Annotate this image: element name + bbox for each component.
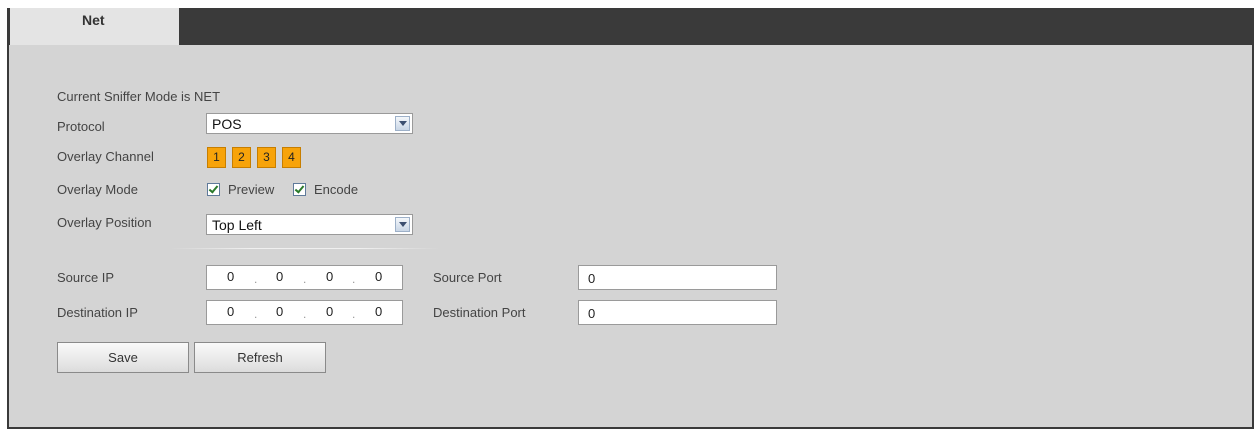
destination-ip-octet-3: 0 [326, 304, 334, 319]
channel-4-button[interactable]: 4 [282, 147, 301, 168]
preview-checkbox[interactable] [207, 183, 220, 196]
tab-net[interactable]: Net [10, 8, 179, 45]
save-button[interactable]: Save [57, 342, 189, 373]
ip-separator: . [303, 307, 307, 321]
source-port-label: Source Port [433, 270, 502, 285]
section-divider [170, 248, 440, 249]
source-ip-octet-1: 0 [227, 269, 235, 284]
destination-ip-octet-2: 0 [276, 304, 284, 319]
destination-ip-octet-4: 0 [375, 304, 383, 319]
ip-separator: . [254, 272, 258, 286]
overlay-mode-label: Overlay Mode [57, 182, 138, 197]
overlay-channel-label: Overlay Channel [57, 149, 154, 164]
ip-separator: . [303, 272, 307, 286]
overlay-position-value: Top Left [212, 217, 262, 233]
protocol-select[interactable]: POS [206, 113, 413, 134]
refresh-button[interactable]: Refresh [194, 342, 326, 373]
encode-label: Encode [314, 182, 359, 197]
destination-port-input[interactable]: 0 [578, 300, 777, 325]
destination-port-value: 0 [588, 306, 596, 321]
destination-port-label: Destination Port [433, 305, 526, 320]
destination-ip-octet-1: 0 [227, 304, 235, 319]
chevron-down-icon[interactable] [395, 217, 410, 232]
destination-ip-label: Destination IP [57, 305, 138, 320]
overlay-position-select[interactable]: Top Left [206, 214, 413, 235]
ip-separator: . [352, 272, 356, 286]
ip-separator: . [254, 307, 258, 321]
chevron-down-icon[interactable] [395, 116, 410, 131]
protocol-value: POS [212, 116, 242, 132]
protocol-label: Protocol [57, 119, 105, 134]
sniffer-mode-status: Current Sniffer Mode is NET [57, 89, 221, 104]
destination-ip-input[interactable]: 0 . 0 . 0 . 0 [206, 300, 403, 325]
source-ip-input[interactable]: 0 . 0 . 0 . 0 [206, 265, 403, 290]
source-ip-label: Source IP [57, 270, 115, 285]
channel-1-button[interactable]: 1 [207, 147, 226, 168]
source-ip-octet-3: 0 [326, 269, 334, 284]
encode-checkbox[interactable] [293, 183, 306, 196]
channel-3-button[interactable]: 3 [257, 147, 276, 168]
overlay-position-label: Overlay Position [57, 215, 152, 230]
ip-separator: . [352, 307, 356, 321]
tab-bar [7, 8, 1254, 45]
source-ip-octet-4: 0 [375, 269, 383, 284]
source-port-value: 0 [588, 271, 596, 286]
channel-2-button[interactable]: 2 [232, 147, 251, 168]
preview-label: Preview [228, 182, 275, 197]
source-port-input[interactable]: 0 [578, 265, 777, 290]
source-ip-octet-2: 0 [276, 269, 284, 284]
